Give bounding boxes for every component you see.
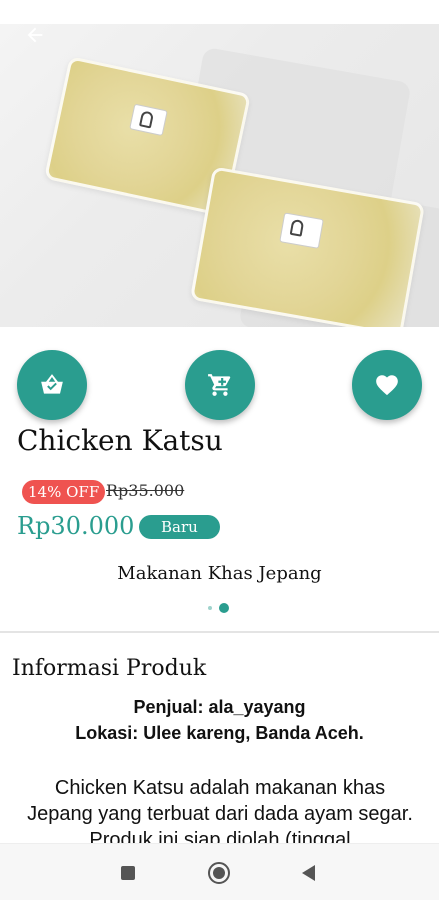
carousel-dot[interactable] [208, 606, 212, 610]
product-description: Chicken Katsu adalah makanan khas Jepang… [27, 777, 413, 851]
triangle-icon[interactable] [302, 865, 315, 881]
label-sticker [279, 212, 324, 249]
system-nav-bar [0, 843, 439, 900]
circle-icon[interactable] [208, 862, 230, 884]
carousel-dot-active[interactable] [219, 603, 229, 613]
arrow-back-icon[interactable] [22, 24, 48, 46]
buy-now-button[interactable] [17, 350, 87, 420]
product-image[interactable] [0, 24, 439, 327]
section-title: Informasi Produk [12, 656, 207, 681]
product-title: Chicken Katsu [17, 424, 223, 457]
seller-info: Penjual: ala_yayang [133, 697, 306, 717]
product-price: Rp30.000 [17, 512, 135, 540]
favorite-button[interactable] [352, 350, 422, 420]
divider [0, 631, 439, 633]
condition-badge: Baru [139, 515, 220, 539]
heart-icon [376, 375, 398, 396]
add-to-cart-button[interactable] [185, 350, 255, 420]
status-bar [0, 0, 439, 24]
basket-check-icon [41, 374, 63, 394]
original-price: Rp35.000 [106, 481, 185, 500]
product-category: Makanan Khas Jepang [117, 563, 322, 584]
discount-badge: 14% OFF [22, 480, 106, 504]
location-info: Lokasi: Ulee kareng, Banda Aceh. [75, 723, 364, 743]
carousel-indicator [208, 603, 229, 613]
square-icon[interactable] [121, 866, 135, 880]
cart-icon [208, 374, 231, 396]
label-sticker [129, 103, 168, 137]
